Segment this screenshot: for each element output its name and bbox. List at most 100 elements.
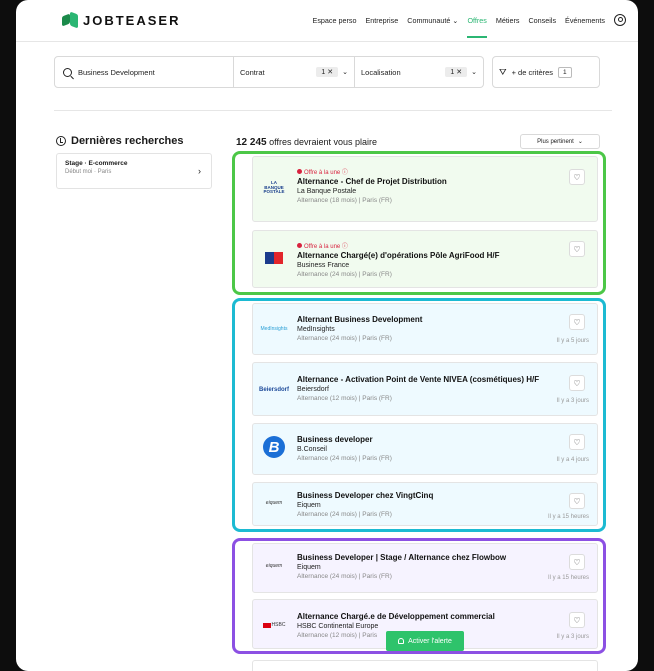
- contrat-label: Contrat: [240, 67, 265, 77]
- nav-communaute-label: Communauté: [407, 15, 451, 25]
- job-title[interactable]: Business developer: [297, 435, 392, 444]
- company-logo: eiquem: [261, 558, 287, 576]
- recent-searches-label: Dernières recherches: [71, 135, 184, 147]
- search-query-value: Business Development: [78, 67, 155, 77]
- logo-hsbc: HSBC: [262, 622, 286, 628]
- job-title[interactable]: Alternant Business Development: [297, 315, 422, 324]
- job-meta: Alternance (12 mois) | Paris (FR): [297, 395, 392, 402]
- filter-funnel-icon: ⛛: [499, 66, 507, 77]
- localisation-count-chip[interactable]: 1 ✕: [445, 67, 468, 77]
- chevron-down-icon: ⌄: [471, 69, 477, 76]
- nav-evenements[interactable]: Événements: [565, 16, 605, 25]
- results-count: 12 245 offres devraient vous plaire: [236, 137, 377, 148]
- search-icon: [63, 67, 72, 77]
- contrat-filter[interactable]: Contrat 1 ✕ ⌄: [234, 56, 355, 88]
- search-bar: Business Development Contrat 1 ✕ ⌄ Local…: [54, 56, 612, 88]
- job-title[interactable]: Alternance - Chef de Projet Distribution: [297, 177, 447, 186]
- chevron-down-icon: ⌄: [577, 139, 583, 145]
- job-card[interactable]: eiquem Business Developer chez VingtCinq…: [252, 482, 598, 526]
- more-criteria-button[interactable]: ⛛ + de critères 1: [492, 56, 600, 88]
- nav-entreprise[interactable]: Entreprise: [365, 16, 398, 25]
- bell-icon: [398, 638, 405, 644]
- favorite-heart-icon[interactable]: ♡: [569, 241, 585, 257]
- posted-date: Il y a 15 heures: [547, 514, 589, 520]
- job-title[interactable]: Business Developer chez VingtCinq: [297, 491, 433, 500]
- activate-alert-button[interactable]: Activer l'alerte: [386, 631, 464, 651]
- user-account-icon[interactable]: [614, 14, 626, 26]
- job-card[interactable]: eiquem Business Developer | Stage / Alte…: [252, 543, 598, 593]
- job-title[interactable]: Alternance Chargé.e de Développement com…: [297, 612, 495, 621]
- hsbc-logo-text: HSBC: [271, 622, 286, 628]
- favorite-heart-icon[interactable]: ♡: [569, 554, 585, 570]
- brand-name: JOBTEASER: [83, 12, 181, 28]
- job-meta: Alternance (24 mois) | Paris (FR): [297, 573, 392, 580]
- company-logo: HSBC: [261, 616, 287, 634]
- favorite-heart-icon[interactable]: ♡: [569, 434, 585, 450]
- nav-conseils[interactable]: Conseils: [528, 16, 556, 25]
- keyword-search-input[interactable]: Business Development: [54, 56, 234, 88]
- results-count-text: offres devraient vous plaire: [269, 137, 378, 147]
- job-meta: Alternance (24 mois) | Paris (FR): [297, 511, 392, 518]
- posted-date: Il y a 3 jours: [556, 634, 589, 640]
- logo-bconseil: B: [263, 436, 285, 458]
- recent-search-subtitle: Début moi · Paris: [65, 169, 112, 175]
- favorite-heart-icon[interactable]: ♡: [569, 612, 585, 628]
- featured-label: Offre à la une ⓘ: [304, 244, 348, 250]
- job-company: B.Conseil: [297, 446, 327, 453]
- job-card[interactable]: LA BANQUE POSTALE Offre à la une ⓘ Alter…: [252, 156, 598, 222]
- job-card[interactable]: Offre à la une ⓘ Alternance Chargé(e) d'…: [252, 230, 598, 288]
- criteria-count-badge: 1: [558, 66, 572, 78]
- chevron-down-icon: ⌄: [342, 69, 348, 76]
- job-card[interactable]: [252, 660, 598, 671]
- posted-date: Il y a 4 jours: [556, 457, 589, 463]
- brand-logo[interactable]: JOBTEASER: [62, 12, 180, 28]
- job-company: Eiquem: [297, 564, 321, 571]
- company-logo: LA BANQUE POSTALE: [261, 179, 287, 197]
- logo-eiquem: eiquem: [265, 500, 283, 507]
- activate-alert-label: Activer l'alerte: [408, 637, 452, 645]
- app-window: JOBTEASER Espace perso Entreprise Commun…: [16, 0, 638, 671]
- job-title[interactable]: Alternance - Activation Point de Vente N…: [297, 375, 539, 384]
- jobteaser-logo-icon: [62, 12, 78, 28]
- company-logo: Beiersdorf: [259, 381, 290, 399]
- job-card[interactable]: Beiersdorf Alternance - Activation Point…: [252, 362, 598, 416]
- localisation-label: Localisation: [361, 67, 401, 77]
- contrat-count-chip[interactable]: 1 ✕: [316, 67, 339, 77]
- company-logo: MedInsights: [260, 320, 288, 338]
- history-icon: [56, 136, 66, 146]
- job-card[interactable]: MedInsights Alternant Business Developme…: [252, 303, 598, 355]
- localisation-filter[interactable]: Localisation 1 ✕ ⌄: [355, 56, 484, 88]
- posted-date: Il y a 5 jours: [556, 338, 589, 344]
- hsbc-hexagon-icon: [262, 622, 271, 628]
- nav-offres[interactable]: Offres: [467, 16, 488, 38]
- nav-metiers[interactable]: Métiers: [496, 16, 520, 25]
- chevron-down-icon: ⌄: [452, 15, 459, 25]
- job-company: Eiquem: [297, 502, 321, 509]
- job-company: MedInsights: [297, 326, 335, 333]
- job-card[interactable]: B Business developer B.Conseil Alternanc…: [252, 423, 598, 475]
- recent-search-item[interactable]: Stage · E-commerce Début moi · Paris ›: [56, 153, 212, 189]
- recent-search-title: Stage · E-commerce: [65, 160, 128, 167]
- posted-date: Il y a 3 jours: [556, 398, 589, 404]
- sort-dropdown[interactable]: Plus pertinent ⌄: [520, 134, 600, 149]
- job-company: HSBC Continental Europe: [297, 623, 379, 630]
- featured-badge: Offre à la une ⓘ: [297, 241, 500, 250]
- job-title[interactable]: Alternance Chargé(e) d'opérations Pôle A…: [297, 251, 500, 260]
- favorite-heart-icon[interactable]: ♡: [569, 169, 585, 185]
- company-logo: [261, 249, 287, 267]
- job-company: La Banque Postale: [297, 188, 357, 195]
- results-count-number: 12 245: [236, 137, 267, 148]
- job-company: Beiersdorf: [297, 386, 329, 393]
- featured-dot-icon: [297, 243, 302, 248]
- logo-medinsights: MedInsights: [260, 326, 288, 332]
- nav-espace-perso[interactable]: Espace perso: [313, 16, 357, 25]
- job-title[interactable]: Business Developer | Stage / Alternance …: [297, 553, 506, 562]
- logo-business-france: [265, 252, 283, 264]
- top-header: JOBTEASER Espace perso Entreprise Commun…: [16, 0, 638, 42]
- favorite-heart-icon[interactable]: ♡: [569, 314, 585, 330]
- logo-beiersdorf: Beiersdorf: [259, 387, 290, 393]
- nav-communaute[interactable]: Communauté ⌄: [407, 16, 458, 25]
- job-meta: Alternance (18 mois) | Paris (FR): [297, 197, 392, 204]
- favorite-heart-icon[interactable]: ♡: [569, 375, 585, 391]
- favorite-heart-icon[interactable]: ♡: [569, 493, 585, 509]
